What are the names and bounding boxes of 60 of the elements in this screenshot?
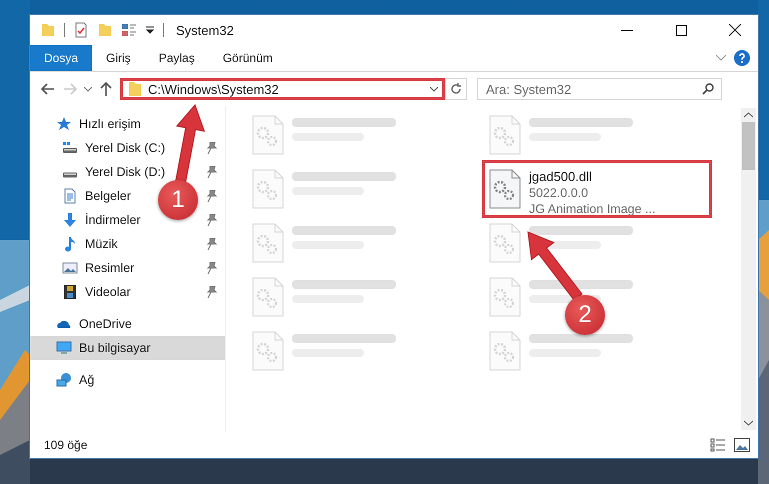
- arrow: [527, 231, 583, 301]
- sidebar-item[interactable]: Videolar: [30, 280, 135, 304]
- ribbon-tab[interactable]: Giriş: [92, 45, 145, 71]
- file-name: jgad500.dll: [529, 169, 593, 184]
- dropdown-icon[interactable]: [145, 25, 155, 35]
- layout-icon[interactable]: [121, 22, 137, 38]
- item-count: 109 öğe: [44, 438, 88, 452]
- pin-icon[interactable]: [207, 190, 217, 202]
- ribbon-tab[interactable]: Paylaş: [144, 45, 209, 71]
- ribbon-tab[interactable]: Görünüm: [208, 45, 287, 71]
- monitor-icon: [56, 340, 72, 356]
- sidebar-item[interactable]: Müzik: [30, 232, 122, 256]
- pin-icon[interactable]: [207, 262, 217, 274]
- ribbon-tab[interactable]: Dosya: [30, 45, 92, 71]
- document-icon: [62, 188, 78, 204]
- sidebar-item[interactable]: Bu bilgisayar: [30, 336, 225, 360]
- address-field[interactable]: C:\Windows\System32: [120, 78, 445, 100]
- close-icon[interactable]: [729, 24, 741, 36]
- pin-icon[interactable]: [207, 214, 217, 226]
- music-note-icon: [62, 236, 78, 252]
- pin-icon[interactable]: [207, 238, 217, 250]
- search-icon[interactable]: [702, 83, 714, 95]
- sidebar-item[interactable]: Ağ: [30, 368, 225, 392]
- file-detail: JG Animation Image ...: [529, 202, 656, 216]
- pin-icon[interactable]: [207, 166, 217, 178]
- pin-icon[interactable]: [207, 142, 217, 154]
- search-field[interactable]: Ara: System32: [477, 78, 722, 100]
- large-icons-view-icon[interactable]: [734, 438, 750, 452]
- scrollbar[interactable]: [741, 108, 756, 430]
- refresh-icon[interactable]: [450, 83, 462, 95]
- details-view-icon[interactable]: [710, 438, 726, 452]
- sidebar-item[interactable]: OneDrive: [30, 312, 225, 336]
- scroll-down-icon[interactable]: [744, 420, 753, 426]
- sidebar-item[interactable]: Belgeler: [30, 184, 135, 208]
- scroll-up-icon[interactable]: [744, 112, 753, 118]
- sidebar-item[interactable]: Hızlı erişim: [30, 112, 225, 136]
- star-icon: [56, 116, 72, 132]
- picture-icon: [62, 260, 78, 276]
- scrollbar-thumb[interactable]: [742, 122, 755, 170]
- file-item[interactable]: jgad500.dll 5022.0.0.0 JG Animation Image ...: [485, 163, 709, 215]
- pin-icon[interactable]: [207, 286, 217, 298]
- network-icon: [56, 372, 72, 388]
- chevron-icon[interactable]: [430, 86, 438, 92]
- window-title: System32: [175, 22, 234, 38]
- drive-icon: [62, 140, 78, 156]
- sidebar-item[interactable]: Resimler: [30, 256, 138, 280]
- sidebar-item[interactable]: İndirmeler: [30, 208, 145, 232]
- up-icon[interactable]: [98, 81, 114, 97]
- file-detail: 5022.0.0.0: [529, 186, 590, 200]
- back-icon[interactable]: [40, 81, 56, 97]
- maximize-icon[interactable]: [676, 24, 686, 36]
- refresh-button[interactable]: [445, 78, 467, 100]
- help-icon[interactable]: [734, 50, 750, 66]
- properties-icon[interactable]: [73, 22, 89, 38]
- download-icon: [62, 212, 78, 228]
- sidebar-item[interactable]: Yerel Disk (C:): [30, 136, 170, 160]
- chevron-icon[interactable]: [84, 86, 92, 92]
- folder-icon: [127, 81, 143, 97]
- film-icon: [62, 284, 78, 300]
- drive-icon: [62, 172, 78, 178]
